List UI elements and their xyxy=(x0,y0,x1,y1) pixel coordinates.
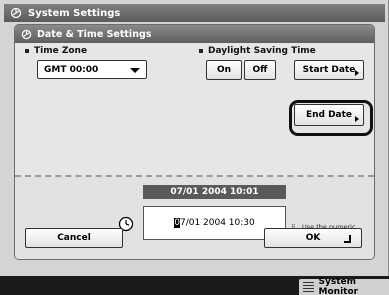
time-input-value: 7/01 2004 10:30 xyxy=(179,218,255,228)
highlight-circle xyxy=(289,100,373,136)
window-title: System Settings xyxy=(28,7,121,19)
chevron-down-icon xyxy=(130,68,140,73)
cancel-button[interactable]: Cancel xyxy=(25,228,123,248)
enter-icon xyxy=(344,235,351,243)
current-time: 07/01 2004 10:01 xyxy=(143,185,286,199)
settings-icon xyxy=(21,29,32,40)
time-zone-select[interactable]: GMT 00:00 xyxy=(37,60,147,79)
bullet-icon xyxy=(25,49,29,53)
system-monitor-button[interactable]: System Monitor xyxy=(299,277,389,295)
start-date-button[interactable]: Start Date xyxy=(294,60,364,80)
arrow-right-icon xyxy=(355,70,359,76)
dialog-title: Date & Time Settings xyxy=(37,28,152,40)
window-title-bar: System Settings xyxy=(4,4,385,22)
time-zone-value: GMT 00:00 xyxy=(44,64,99,75)
screen: System Settings Date & Time Settings Tim… xyxy=(0,0,389,276)
settings-icon xyxy=(10,7,22,19)
ok-button[interactable]: OK xyxy=(264,228,362,248)
dst-on-button[interactable]: On xyxy=(206,60,242,80)
bullet-icon xyxy=(199,49,203,53)
dst-off-button[interactable]: Off xyxy=(244,60,276,80)
daylight-saving-label: Daylight Saving Time xyxy=(199,46,316,56)
monitor-icon xyxy=(303,282,314,292)
dialog-title-bar: Date & Time Settings xyxy=(15,25,374,43)
time-zone-label: Time Zone xyxy=(25,46,87,56)
date-time-dialog: Date & Time Settings Time Zone GMT 00:00… xyxy=(14,24,375,260)
